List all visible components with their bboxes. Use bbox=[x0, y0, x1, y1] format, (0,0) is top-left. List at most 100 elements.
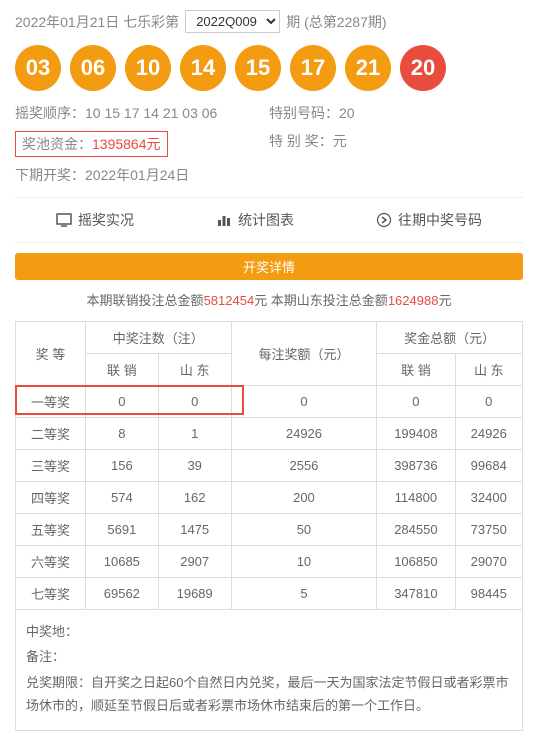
table-cell: 19689 bbox=[158, 578, 231, 610]
table-cell: 四等奖 bbox=[16, 482, 86, 514]
table-cell: 156 bbox=[85, 450, 158, 482]
ball-5: 15 bbox=[235, 45, 281, 91]
table-cell: 1475 bbox=[158, 514, 231, 546]
th-total: 奖金总额（元） bbox=[377, 322, 523, 354]
table-row: 七等奖6956219689534781098445 bbox=[16, 578, 523, 610]
table-cell: 5691 bbox=[85, 514, 158, 546]
table-cell: 200 bbox=[231, 482, 377, 514]
ball-7: 21 bbox=[345, 45, 391, 91]
table-cell: 七等奖 bbox=[16, 578, 86, 610]
table-cell: 32400 bbox=[455, 482, 523, 514]
chart-icon bbox=[216, 212, 232, 228]
prize-table: 奖 等 中奖注数（注） 每注奖额（元） 奖金总额（元） 联 销 山 东 联 销 … bbox=[15, 321, 523, 610]
table-row: 三等奖15639255639873699684 bbox=[16, 450, 523, 482]
ball-4: 14 bbox=[180, 45, 226, 91]
special-prize-unit: 元 bbox=[333, 133, 347, 149]
summary-suffix: 元 bbox=[438, 293, 451, 308]
monitor-icon bbox=[56, 212, 72, 228]
table-cell: 0 bbox=[231, 386, 377, 418]
date-label: 2022年01月21日 七乐彩第 bbox=[15, 12, 179, 32]
th-level: 奖 等 bbox=[16, 322, 86, 386]
table-cell: 10685 bbox=[85, 546, 158, 578]
next-draw: 下期开奖：2022年01月24日 bbox=[15, 165, 523, 185]
draw-order: 摇奖顺序：10 15 17 14 21 03 06 bbox=[15, 103, 269, 123]
table-cell: 69562 bbox=[85, 578, 158, 610]
ball-special: 20 bbox=[400, 45, 446, 91]
period-suffix: 期 (总第2287期) bbox=[286, 12, 386, 32]
special-prize: 特 别 奖：元 bbox=[269, 131, 523, 157]
special-num-label: 特别号码： bbox=[269, 105, 339, 121]
special-num: 特别号码：20 bbox=[269, 103, 523, 123]
summary-mid: 元 本期山东投注总金额 bbox=[254, 293, 388, 308]
th-per: 每注奖额（元） bbox=[231, 322, 377, 386]
table-cell: 39 bbox=[158, 450, 231, 482]
table-cell: 五等奖 bbox=[16, 514, 86, 546]
table-cell: 三等奖 bbox=[16, 450, 86, 482]
table-cell: 0 bbox=[455, 386, 523, 418]
special-prize-label: 特 别 奖： bbox=[269, 133, 333, 149]
table-cell: 24926 bbox=[231, 418, 377, 450]
summary-amt2: 1624988 bbox=[388, 293, 439, 308]
winner-location: 中奖地： bbox=[26, 620, 512, 643]
table-cell: 99684 bbox=[455, 450, 523, 482]
table-cell: 5 bbox=[231, 578, 377, 610]
table-cell: 73750 bbox=[455, 514, 523, 546]
table-cell: 284550 bbox=[377, 514, 455, 546]
claim-text: 自开奖之日起60个自然日内兑奖，最后一天为国家法定节假日或者彩票市场休市的，顺延… bbox=[26, 675, 508, 713]
th-lx-1: 联 销 bbox=[85, 354, 158, 386]
tab-history[interactable]: 往期中奖号码 bbox=[376, 210, 482, 230]
table-cell: 347810 bbox=[377, 578, 455, 610]
pool-fund: 奖池资金：1395864元 bbox=[15, 131, 269, 157]
table-cell: 574 bbox=[85, 482, 158, 514]
table-cell: 0 bbox=[85, 386, 158, 418]
lottery-balls: 03 06 10 14 15 17 21 20 bbox=[15, 45, 523, 91]
table-cell: 24926 bbox=[455, 418, 523, 450]
th-lx-2: 联 销 bbox=[377, 354, 455, 386]
table-cell: 0 bbox=[158, 386, 231, 418]
table-cell: 29070 bbox=[455, 546, 523, 578]
ball-2: 06 bbox=[70, 45, 116, 91]
table-row: 二等奖812492619940824926 bbox=[16, 418, 523, 450]
table-cell: 8 bbox=[85, 418, 158, 450]
summary-prefix1: 本期联销投注总金额 bbox=[87, 293, 204, 308]
table-cell: 106850 bbox=[377, 546, 455, 578]
header-row: 2022年01月21日 七乐彩第 2022Q009 期 (总第2287期) bbox=[15, 10, 523, 33]
table-cell: 2556 bbox=[231, 450, 377, 482]
details-button[interactable]: 开奖详情 bbox=[15, 253, 523, 280]
summary-row: 本期联销投注总金额5812454元 本期山东投注总金额1624988元 bbox=[15, 290, 523, 309]
draw-order-label: 摇奖顺序： bbox=[15, 105, 85, 121]
table-cell: 114800 bbox=[377, 482, 455, 514]
pool-label: 奖池资金： bbox=[22, 136, 92, 152]
tab-live[interactable]: 摇奖实况 bbox=[56, 210, 134, 230]
claim-label: 兑奖期限： bbox=[26, 675, 91, 690]
tab-history-label: 往期中奖号码 bbox=[398, 210, 482, 230]
info-grid: 摇奖顺序：10 15 17 14 21 03 06 特别号码：20 奖池资金：1… bbox=[15, 103, 523, 185]
table-cell: 98445 bbox=[455, 578, 523, 610]
table-cell: 六等奖 bbox=[16, 546, 86, 578]
table-row: 一等奖00000 bbox=[16, 386, 523, 418]
period-select[interactable]: 2022Q009 bbox=[185, 10, 280, 33]
tabs-row: 摇奖实况 统计图表 往期中奖号码 bbox=[15, 197, 523, 243]
tab-stats-label: 统计图表 bbox=[238, 210, 294, 230]
table-row: 五等奖569114755028455073750 bbox=[16, 514, 523, 546]
tab-live-label: 摇奖实况 bbox=[78, 210, 134, 230]
arrow-right-icon bbox=[376, 212, 392, 228]
table-row: 六等奖1068529071010685029070 bbox=[16, 546, 523, 578]
next-draw-label: 下期开奖： bbox=[15, 167, 85, 183]
tab-stats[interactable]: 统计图表 bbox=[216, 210, 294, 230]
table-cell: 50 bbox=[231, 514, 377, 546]
table-row: 四等奖57416220011480032400 bbox=[16, 482, 523, 514]
draw-order-value: 10 15 17 14 21 03 06 bbox=[85, 105, 217, 121]
ball-3: 10 bbox=[125, 45, 171, 91]
claim-period: 兑奖期限：自开奖之日起60个自然日内兑奖，最后一天为国家法定节假日或者彩票市场休… bbox=[26, 671, 512, 718]
table-cell: 199408 bbox=[377, 418, 455, 450]
table-cell: 1 bbox=[158, 418, 231, 450]
table-cell: 10 bbox=[231, 546, 377, 578]
th-count: 中奖注数（注） bbox=[85, 322, 231, 354]
notes-section: 中奖地： 备注： 兑奖期限：自开奖之日起60个自然日内兑奖，最后一天为国家法定节… bbox=[15, 610, 523, 731]
next-draw-value: 2022年01月24日 bbox=[85, 167, 189, 183]
prize-table-wrap: 奖 等 中奖注数（注） 每注奖额（元） 奖金总额（元） 联 销 山 东 联 销 … bbox=[15, 321, 523, 610]
table-cell: 162 bbox=[158, 482, 231, 514]
special-num-value: 20 bbox=[339, 105, 355, 121]
pool-unit: 元 bbox=[147, 136, 161, 152]
